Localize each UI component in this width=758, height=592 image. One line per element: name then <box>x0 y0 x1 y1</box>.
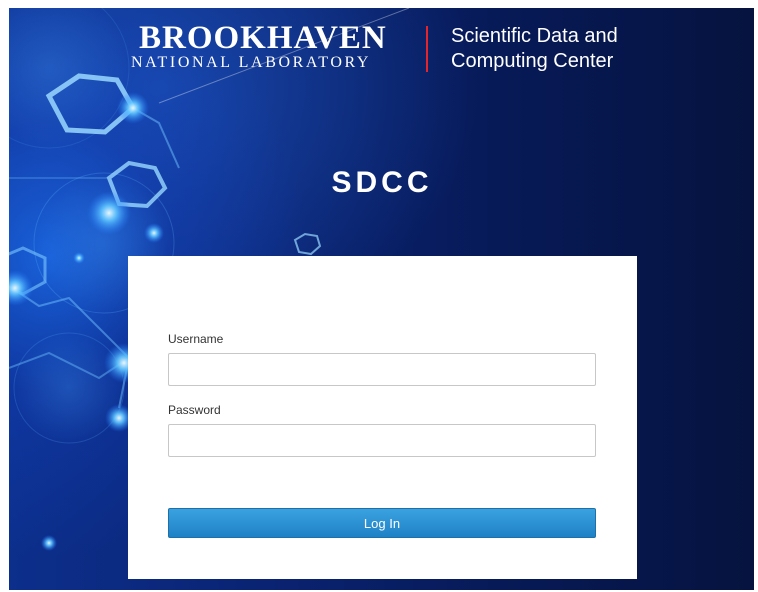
center-name: Scientific Data and Computing Center <box>451 24 618 74</box>
username-input[interactable] <box>168 353 596 386</box>
login-card: Username Password Log In <box>128 256 637 579</box>
center-name-line1: Scientific Data and <box>451 25 618 47</box>
lab-logo-name: BROOKHAVEN <box>139 20 387 56</box>
password-input[interactable] <box>168 424 596 457</box>
logo-divider <box>426 26 428 72</box>
login-button[interactable]: Log In <box>168 508 596 538</box>
username-label: Username <box>168 332 224 346</box>
password-label: Password <box>168 403 221 417</box>
center-name-line2: Computing Center <box>451 50 614 72</box>
page-title: SDCC <box>331 166 433 199</box>
lab-logo-subtitle: NATIONAL LABORATORY <box>131 54 372 71</box>
site-header: BROOKHAVEN NATIONAL LABORATORY Scientifi… <box>0 0 758 90</box>
login-page: BROOKHAVEN NATIONAL LABORATORY Scientifi… <box>0 0 758 592</box>
